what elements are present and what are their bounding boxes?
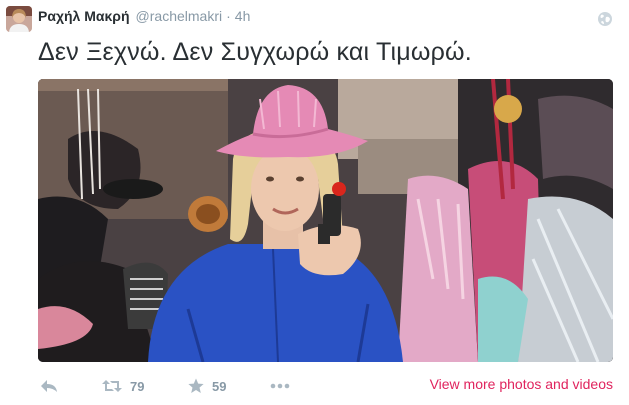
favorite-button[interactable]: 59 [188, 374, 226, 398]
tweet-actions: 79 59 View more photos and videos [38, 374, 613, 398]
tweet-header: Ραχήλ Μακρή @rachelmakri · 4h [38, 8, 250, 28]
reply-button[interactable] [40, 374, 58, 398]
author-handle[interactable]: @rachelmakri [136, 8, 223, 24]
more-dots-icon [270, 383, 290, 389]
avatar[interactable] [6, 6, 32, 32]
view-more-photos-link[interactable]: View more photos and videos [430, 376, 613, 392]
retweet-icon [102, 380, 122, 392]
star-icon [188, 378, 204, 393]
separator-dot: · [226, 8, 231, 24]
favorite-count: 59 [212, 378, 227, 394]
tweet-text: Δεν Ξεχνώ. Δεν Συγχωρώ και Τιμωρώ. [38, 38, 472, 66]
timestamp[interactable]: 4h [235, 8, 251, 24]
more-options-button[interactable] [270, 374, 290, 398]
tweet-photo[interactable] [38, 79, 613, 362]
retweet-button[interactable]: 79 [102, 374, 144, 398]
reply-icon [41, 380, 57, 392]
retweet-count: 79 [130, 378, 145, 394]
globe-icon [598, 12, 612, 26]
tweet: Ραχήλ Μακρή @rachelmakri · 4h Δεν Ξεχνώ.… [0, 0, 629, 405]
photo-woman-in-pink-hat [38, 79, 613, 362]
avatar-image [6, 6, 32, 32]
author-name[interactable]: Ραχήλ Μακρή [38, 8, 130, 24]
